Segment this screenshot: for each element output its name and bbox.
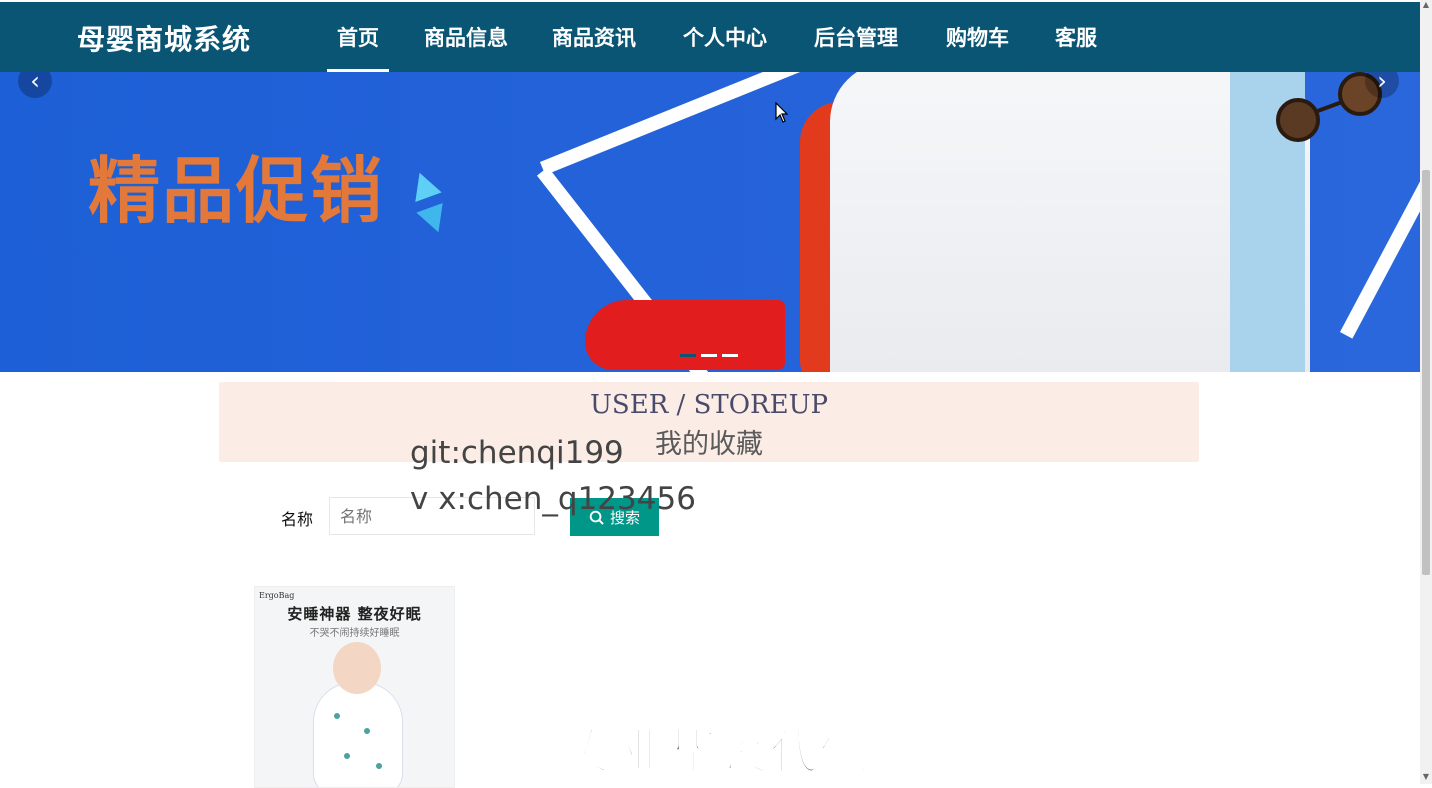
nav-item-admin[interactable]: 后台管理 (814, 22, 898, 52)
section-title-block: USER / STOREUP 我的收藏 (219, 382, 1199, 462)
carousel-indicators (680, 342, 743, 361)
product-subline: 不哭不闹持续好睡眠 (309, 628, 400, 639)
carousel-dot-2[interactable] (701, 354, 717, 357)
carousel-dot-1[interactable] (680, 354, 696, 357)
top-navbar: 母婴商城系统 首页 商品信息 商品资讯 个人中心 后台管理 购物车 客服 (0, 2, 1420, 72)
nav-item-service[interactable]: 客服 (1055, 22, 1097, 52)
section-title-en: USER / STOREUP (590, 390, 828, 420)
pattern-dot (376, 763, 382, 769)
banner-decoration-triangle (416, 202, 452, 238)
watermark-contact: v x:chen_q123456 (410, 481, 696, 517)
banner-carousel[interactable]: ▀▀▀▀▀▀ 精品促销 ‹ › (0, 72, 1420, 372)
nav-item-home[interactable]: 首页 (327, 22, 389, 72)
section-title-cn: 我的收藏 (655, 429, 763, 460)
watermark-service: 专业毕设代做 (569, 723, 871, 781)
pattern-dot (364, 728, 370, 734)
product-image-baby-head (333, 642, 381, 694)
banner-decoration-line (1340, 137, 1420, 339)
scroll-up-arrow-icon[interactable]: ▲ (1420, 0, 1432, 12)
search-label: 名称 (281, 510, 314, 529)
product-card[interactable]: ErgoBag 安睡神器 整夜好眠 不哭不闹持续好睡眠 (254, 586, 455, 788)
product-headline: 安睡神器 整夜好眠 (287, 605, 422, 623)
nav-item-user-center[interactable]: 个人中心 (683, 22, 767, 52)
banner-decoration-triangle (406, 167, 442, 203)
carousel-prev-arrow-icon[interactable]: ‹ (18, 72, 52, 98)
watermark-git: git:chenqi199 (410, 435, 624, 471)
banner-top-text-fragment: ▀▀▀▀▀▀ (70, 72, 347, 102)
scroll-down-arrow-icon[interactable]: ▼ (1420, 772, 1432, 784)
carousel-dot-3[interactable] (722, 354, 738, 357)
mouse-cursor-icon (775, 102, 789, 123)
site-logo[interactable]: 母婴商城系统 (77, 18, 251, 58)
nav-item-cart[interactable]: 购物车 (946, 22, 1009, 52)
page-scrollbar[interactable]: ▲ ▼ (1420, 0, 1432, 784)
pattern-dot (334, 713, 340, 719)
nav-item-products[interactable]: 商品信息 (424, 22, 508, 52)
product-image-baby-body (313, 682, 403, 787)
pattern-dot (344, 753, 350, 759)
scrollbar-thumb[interactable] (1422, 170, 1430, 575)
nav-item-news[interactable]: 商品资讯 (552, 22, 636, 52)
banner-promo-text: 精品促销 (88, 149, 385, 233)
product-brand: ErgoBag (259, 591, 295, 600)
